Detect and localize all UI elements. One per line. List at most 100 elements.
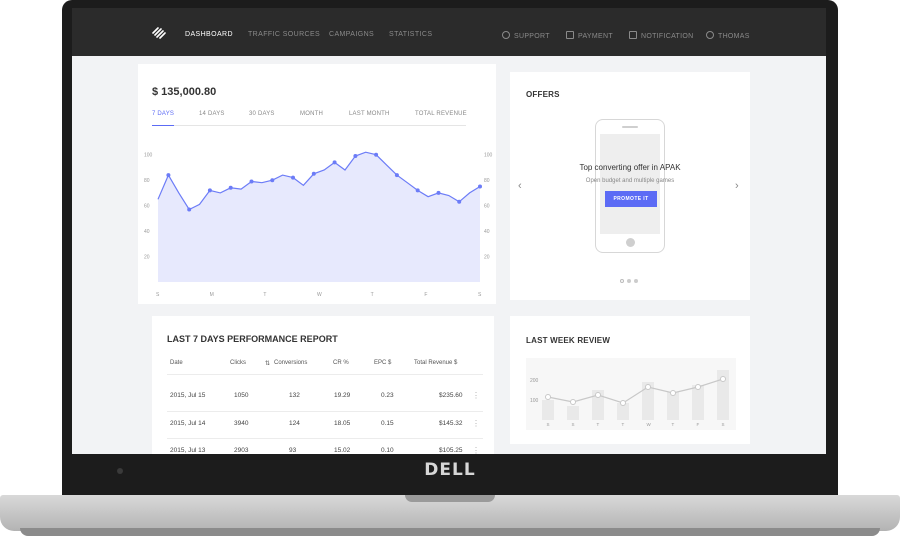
offers-title: Offers	[526, 90, 560, 99]
y-tick-label-left: 40	[144, 229, 150, 235]
data-point	[545, 394, 551, 400]
col-total-revenue[interactable]: Total Revenue $	[414, 360, 457, 366]
data-point	[353, 154, 358, 158]
top-nav-bar: Dashboard Traffic Sources Campaigns Stat…	[72, 8, 826, 56]
row-divider	[167, 411, 483, 412]
x-tick-label: S	[572, 422, 575, 427]
data-point	[570, 399, 576, 405]
x-tick-label: S	[722, 422, 725, 427]
data-point	[720, 376, 726, 382]
tab-active-indicator	[152, 125, 174, 126]
cell-revenue: $105.25	[439, 447, 463, 454]
tab-divider	[152, 125, 466, 126]
carousel-dot[interactable]	[627, 279, 631, 283]
user-menu[interactable]: Thomas	[706, 31, 750, 40]
app-logo-icon[interactable]	[152, 27, 166, 39]
x-tick-label: T	[263, 292, 266, 298]
cell-clicks: 2903	[234, 447, 249, 454]
data-point	[478, 184, 482, 189]
payment-label: Payment	[578, 33, 613, 40]
nav-campaigns[interactable]: Campaigns	[329, 31, 374, 38]
y-tick-label-left: 80	[144, 178, 150, 184]
cell-conversions: 124	[289, 420, 300, 427]
total-amount: $ 135,000.80	[152, 86, 217, 98]
carousel-dot[interactable]	[620, 279, 624, 283]
tab-month[interactable]: Month	[300, 111, 323, 117]
data-point	[311, 171, 316, 176]
y-tick-label-left: 100	[530, 398, 539, 404]
cell-conversions: 132	[289, 392, 300, 399]
brand-logo: DELL	[424, 460, 476, 480]
col-clicks[interactable]: Clicks	[230, 360, 246, 366]
offer-headline: Top converting offer in APAK	[579, 163, 681, 172]
offers-card: Offers Top converting offer in APAK Open…	[510, 72, 750, 300]
cell-revenue: $145.32	[439, 420, 463, 427]
performance-report-card: Last 7 Days Performance Report Date Clic…	[152, 316, 494, 454]
data-point	[374, 152, 379, 157]
cell-conversions: 93	[289, 447, 297, 454]
payment-icon	[566, 31, 574, 39]
nav-statistics[interactable]: Statistics	[389, 31, 432, 38]
row-menu-icon[interactable]: ⋮	[472, 446, 480, 454]
data-point	[187, 207, 192, 212]
phone-speaker	[622, 126, 638, 128]
data-point	[595, 392, 601, 398]
row-menu-icon[interactable]: ⋮	[472, 419, 480, 428]
nav-traffic-sources[interactable]: Traffic Sources	[248, 31, 320, 38]
chevron-right-icon[interactable]: ›	[735, 180, 739, 192]
support-icon	[502, 31, 510, 39]
laptop-bottom	[20, 528, 880, 536]
tab-14-days[interactable]: 14 Days	[199, 111, 225, 117]
revenue-card: $ 135,000.80 7 Days 14 Days 30 Days Mont…	[138, 64, 496, 304]
y-tick-label-right: 60	[484, 204, 490, 210]
data-point	[207, 188, 212, 193]
x-tick-label: M	[210, 292, 214, 298]
tab-total-revenue[interactable]: Total Revenue	[415, 111, 467, 117]
sort-icon[interactable]: ⇅	[265, 360, 270, 367]
data-point	[645, 384, 651, 390]
data-point	[249, 179, 254, 184]
bar	[692, 385, 704, 420]
cell-date: 2015, Jul 13	[170, 447, 206, 454]
review-bar-chart: 100100200200SSTTWTFS	[526, 358, 736, 430]
y-tick-label-left: 20	[144, 255, 150, 261]
tab-7-days[interactable]: 7 Days	[152, 111, 174, 117]
x-tick-label: W	[317, 292, 322, 298]
col-cr[interactable]: CR %	[333, 360, 349, 366]
bar	[567, 406, 579, 420]
data-point	[620, 400, 626, 406]
carousel-dot[interactable]	[634, 279, 638, 283]
col-epc[interactable]: EPC $	[374, 360, 391, 366]
y-tick-label-left: 100	[144, 153, 153, 159]
notification-link[interactable]: Notification	[629, 31, 693, 40]
data-point	[457, 199, 462, 204]
cell-clicks: 3940	[234, 420, 249, 427]
data-point	[270, 178, 275, 183]
payment-link[interactable]: Payment	[566, 31, 613, 40]
col-conversions[interactable]: Conversions	[274, 360, 307, 366]
tab-30-days[interactable]: 30 Days	[249, 111, 275, 117]
range-tabs: 7 Days 14 Days 30 Days Month Last Month …	[152, 111, 482, 125]
notification-label: Notification	[641, 33, 694, 40]
promote-button[interactable]: Promote It	[605, 191, 657, 207]
chart-background	[526, 358, 736, 430]
cell-cr: 15.02	[334, 447, 351, 454]
laptop-notch	[405, 495, 495, 502]
bar	[667, 392, 679, 420]
x-tick-label: S	[478, 292, 482, 298]
data-point	[695, 384, 701, 390]
data-point	[394, 173, 399, 178]
row-menu-icon[interactable]: ⋮	[472, 391, 480, 400]
offer-subline: Open budget and multiple games	[585, 178, 675, 184]
col-date[interactable]: Date	[170, 360, 183, 366]
user-icon	[706, 31, 714, 39]
nav-dashboard[interactable]: Dashboard	[185, 31, 233, 38]
x-tick-label: T	[622, 422, 625, 427]
tab-last-month[interactable]: Last Month	[349, 111, 390, 117]
x-tick-label: T	[597, 422, 600, 427]
support-link[interactable]: Support	[502, 31, 550, 40]
chevron-left-icon[interactable]: ‹	[518, 180, 522, 192]
data-point	[166, 173, 171, 178]
cell-epc: 0.15	[381, 420, 394, 427]
cell-clicks: 1050	[234, 392, 249, 399]
